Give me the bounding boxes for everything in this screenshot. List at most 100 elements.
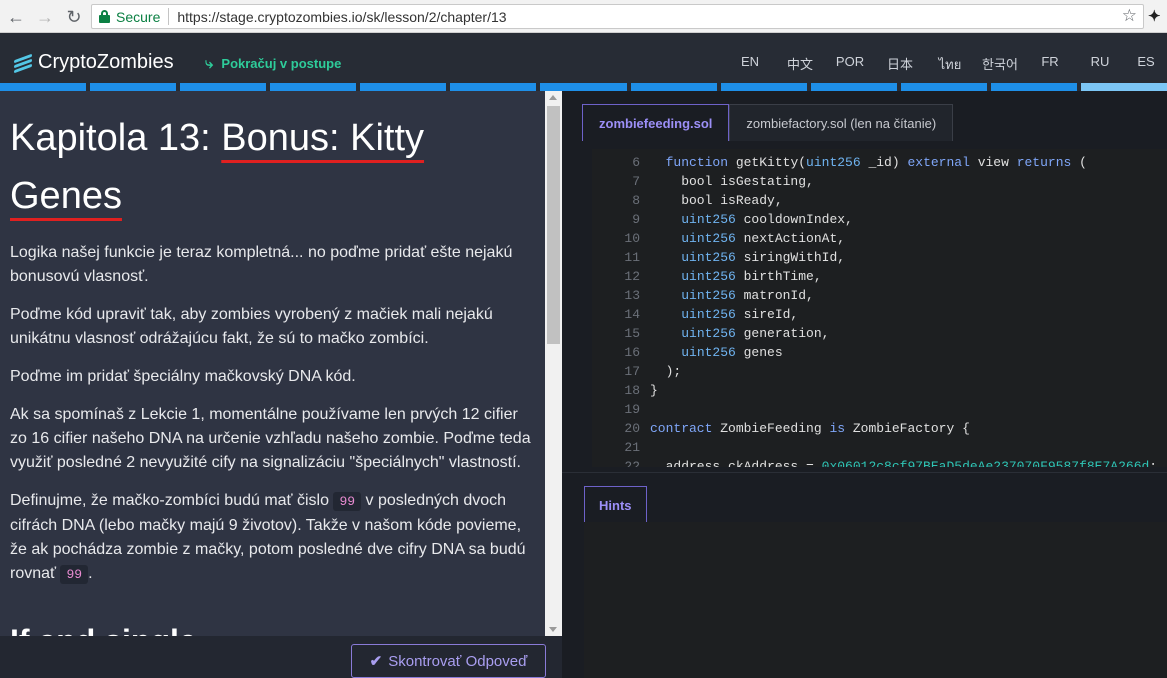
lang-en[interactable]: EN <box>725 54 775 75</box>
chapter-progress-bar <box>0 83 1167 91</box>
code-token: contract <box>650 421 713 436</box>
continue-progress-link[interactable]: ⤷ Pokračuj v postupe <box>205 55 341 72</box>
line-number: 15 <box>624 326 640 341</box>
inline-code: 99 <box>60 565 89 584</box>
lesson-paragraph: Ak sa spomínaš z Lekcie 1, momentálne po… <box>10 406 531 471</box>
progress-segment[interactable] <box>180 83 267 91</box>
extension-icon[interactable]: ✦ <box>1148 7 1164 25</box>
language-selector: EN 中文 POR 日本 ไทย 한국어 FR RU ES <box>725 54 1167 75</box>
code-lines: 6 function getKitty(uint256 _id) externa… <box>592 155 1157 467</box>
code-line: 15 uint256 generation, <box>592 326 1157 345</box>
hints-body <box>584 522 1167 678</box>
browser-toolbar: ← → ↻ Secure https://stage.cryptozombies… <box>0 0 1167 33</box>
code-line: 8 bool isReady, <box>592 193 1157 212</box>
code-token: uint256 <box>681 231 736 246</box>
line-number: 16 <box>624 345 640 360</box>
progress-segment[interactable] <box>270 83 357 91</box>
chapter-title-prefix: Kapitola 13: <box>10 117 222 159</box>
reload-icon[interactable]: ↻ <box>63 6 85 28</box>
lang-ru[interactable]: RU <box>1075 54 1125 75</box>
lang-ja[interactable]: 日本 <box>875 54 925 75</box>
logo-icon <box>14 53 32 73</box>
url-text[interactable]: https://stage.cryptozombies.io/sk/lesson… <box>177 9 506 25</box>
logo[interactable]: CryptoZombies <box>14 51 174 74</box>
code-line: 10 uint256 nextActionAt, <box>592 231 1157 250</box>
progress-segment[interactable] <box>0 83 87 91</box>
tab-zombiefactory[interactable]: zombiefactory.sol (len na čítanie) <box>729 104 954 141</box>
code-editor[interactable]: 6 function getKitty(uint256 _id) externa… <box>592 149 1167 467</box>
code-token: bool isGestating, <box>650 174 814 189</box>
code-token: ZombieFactory { <box>845 421 970 436</box>
lang-es[interactable]: ES <box>1125 54 1167 75</box>
scroll-down-arrow-icon[interactable] <box>549 627 557 632</box>
code-token: _id) <box>860 155 908 170</box>
line-number: 22 <box>624 459 640 467</box>
progress-segment[interactable] <box>810 83 897 91</box>
code-token: function <box>665 155 729 170</box>
lang-pt[interactable]: POR <box>825 54 875 75</box>
continue-arrow-icon: ⤷ <box>205 55 214 72</box>
line-number: 6 <box>632 155 640 170</box>
progress-segment[interactable] <box>630 83 717 91</box>
bookmark-star-icon[interactable]: ☆ <box>1122 6 1137 26</box>
code-token: is <box>829 421 846 436</box>
check-answer-label: Skontrovať Odpoveď <box>388 652 528 670</box>
scroll-thumb[interactable] <box>547 106 560 344</box>
scroll-up-arrow-icon[interactable] <box>549 95 557 100</box>
lang-zh[interactable]: 中文 <box>775 54 825 75</box>
back-icon[interactable]: ← <box>5 6 27 28</box>
forward-icon[interactable]: → <box>34 6 56 28</box>
check-answer-button[interactable]: ✔ Skontrovať Odpoveď <box>351 644 546 678</box>
code-line: 19 <box>592 402 1157 421</box>
lang-th[interactable]: ไทย <box>925 54 975 75</box>
tab-hints[interactable]: Hints <box>584 486 647 523</box>
lesson-text: . <box>88 565 93 582</box>
progress-segment[interactable] <box>90 83 177 91</box>
code-line: 16 uint256 genes <box>592 345 1157 364</box>
lang-ko[interactable]: 한국어 <box>975 54 1025 75</box>
code-line: 7 bool isGestating, <box>592 174 1157 193</box>
chapter-title: Kapitola 13: Bonus: Kitty Genes <box>10 109 535 225</box>
progress-segment[interactable] <box>900 83 987 91</box>
code-token: sireId, <box>735 307 799 322</box>
lesson-paragraph: Poďme kód upraviť tak, aby zombies vyrob… <box>10 306 493 347</box>
lesson-scrollbar[interactable] <box>545 91 562 636</box>
progress-segment[interactable] <box>450 83 537 91</box>
progress-segment[interactable] <box>360 83 447 91</box>
code-token: uint256 <box>681 269 736 284</box>
address-bar[interactable]: Secure https://stage.cryptozombies.io/sk… <box>91 4 1144 29</box>
progress-segment[interactable] <box>990 83 1077 91</box>
section-heading: If and single <box>10 623 535 636</box>
lang-fr[interactable]: FR <box>1025 54 1075 75</box>
code-token: generation, <box>735 326 830 341</box>
editor-tabs: zombiefeeding.sol zombiefactory.sol (len… <box>582 104 954 141</box>
inline-code: 99 <box>333 492 362 511</box>
code-line: 6 function getKitty(uint256 _id) externa… <box>592 155 1157 174</box>
tab-zombiefeeding[interactable]: zombiefeeding.sol <box>582 104 730 141</box>
code-token: uint256 <box>806 155 861 170</box>
line-number: 9 <box>632 212 640 227</box>
code-line: 17 ); <box>592 364 1157 383</box>
chapter-title-highlight: Bonus: Kitty <box>221 117 425 159</box>
lock-icon <box>99 10 110 23</box>
code-token: uint256 <box>681 288 736 303</box>
code-token: uint256 <box>681 326 736 341</box>
progress-segment[interactable] <box>720 83 807 91</box>
code-token: address ckAddress = <box>650 459 822 467</box>
code-token: birthTime, <box>735 269 822 284</box>
code-line: 21 <box>592 440 1157 459</box>
code-token: 0x06012c8cf97BEaD5deAe237070F9587f8E7A26… <box>821 459 1150 467</box>
code-token: uint256 <box>681 307 736 322</box>
line-number: 20 <box>624 421 640 436</box>
code-token: siringWithId, <box>735 250 846 265</box>
progress-segment[interactable] <box>540 83 627 91</box>
lesson-panel: Kapitola 13: Bonus: Kitty Genes Logika n… <box>0 91 562 678</box>
progress-segment-current[interactable] <box>1080 83 1167 91</box>
line-number: 17 <box>624 364 640 379</box>
line-number: 10 <box>624 231 640 246</box>
